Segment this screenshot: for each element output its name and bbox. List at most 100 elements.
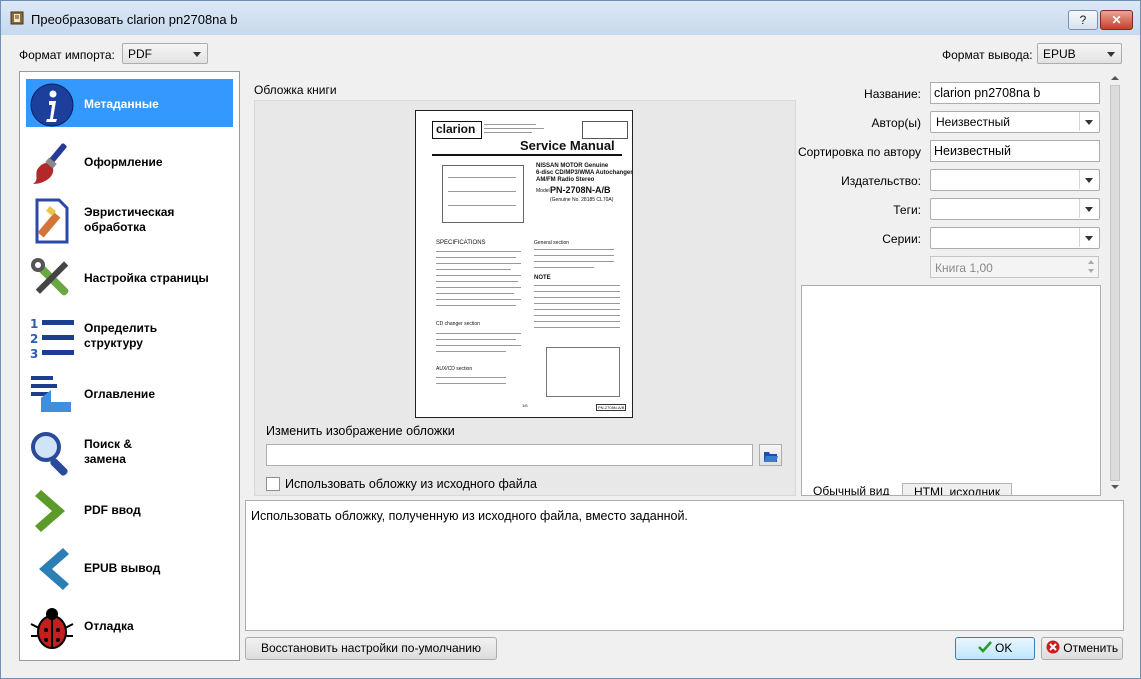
author-label: Автор(ы) — [871, 116, 921, 130]
author-sort-value: Неизвестный — [934, 144, 1011, 158]
chevron-down-icon — [1085, 178, 1093, 183]
ok-button[interactable]: OK — [955, 637, 1035, 660]
cover-path-input[interactable] — [266, 444, 753, 466]
cover-fine-line — [436, 383, 506, 384]
cover-fine-line — [484, 132, 532, 133]
svg-text:1: 1 — [30, 317, 38, 331]
author-combobox[interactable]: Неизвестный — [930, 111, 1100, 133]
chevron-left-icon — [39, 548, 69, 590]
cancel-label: Отменить — [1063, 641, 1119, 655]
output-format-select[interactable]: EPUB — [1037, 43, 1122, 64]
chevron-right-icon — [35, 490, 65, 532]
tab-normal-view[interactable]: Обычный вид — [813, 483, 889, 495]
import-format-label: Формат импорта: — [19, 48, 115, 62]
cover-fine-line — [534, 261, 614, 262]
sidebar-item-heuristics[interactable]: Эвристическая обработка — [26, 195, 233, 244]
spin-up-icon[interactable] — [1088, 260, 1094, 264]
sidebar: Метаданные Оформление Эвристическая обра… — [19, 71, 240, 661]
cover-fine-line — [436, 333, 521, 334]
spin-down-icon[interactable] — [1088, 269, 1094, 273]
comments-editor[interactable]: Обычный вид HTML исходник — [801, 285, 1101, 496]
paintbrush-icon — [33, 143, 67, 184]
title-input[interactable]: clarion pn2708na b — [930, 82, 1100, 104]
sidebar-item-label: EPUB вывод — [84, 561, 161, 575]
tags-combobox[interactable] — [930, 198, 1100, 220]
cover-page-number: 1/6 — [522, 403, 528, 408]
sidebar-item-toc[interactable]: Оглавление — [26, 369, 233, 417]
cover-genuine-no: (Genuine No. 28185 CL70A) — [550, 197, 614, 203]
folder-open-icon — [764, 452, 778, 462]
sidebar-item-label-line1: Поиск & — [84, 437, 133, 451]
checkmark-icon — [977, 641, 992, 653]
scroll-up-icon[interactable] — [1111, 76, 1119, 80]
cover-cd-section: CD changer section — [436, 321, 480, 327]
cover-fine-line — [436, 377, 506, 378]
svg-text:3: 3 — [30, 347, 38, 360]
output-format-label: Формат вывода: — [942, 48, 1033, 62]
sidebar-item-search-replace[interactable]: Поиск & замена — [26, 427, 233, 476]
sidebar-item-label: PDF ввод — [84, 503, 141, 517]
sidebar-item-page-setup[interactable]: Настройка страницы — [26, 253, 233, 301]
cover-fine-line — [436, 257, 516, 258]
cover-specs-title: SPECIFICATIONS — [436, 240, 486, 246]
calibre-app-icon — [10, 11, 24, 25]
sidebar-item-metadata[interactable]: Метаданные — [26, 79, 233, 127]
metadata-scrollbar[interactable] — [1108, 71, 1122, 495]
cover-fine-line — [436, 263, 521, 264]
cover-device-drawing — [546, 347, 620, 397]
cover-fine-line — [534, 285, 620, 286]
series-combobox[interactable] — [930, 227, 1100, 249]
cover-fine-line — [534, 255, 614, 256]
sidebar-item-label-line1: Эвристическая — [84, 205, 175, 219]
cover-section-label: Обложка книги — [254, 83, 337, 97]
scrollbar-thumb[interactable] — [1110, 85, 1120, 481]
cover-product-line1: NISSAN MOTOR Genuine — [536, 163, 609, 169]
cover-fine-line — [534, 267, 594, 268]
tab-html-source[interactable]: HTML исходник — [902, 483, 1013, 495]
cover-fine-line — [534, 315, 620, 316]
author-sort-label: Сортировка по автору — [797, 145, 921, 159]
toc-hand-icon — [31, 376, 71, 412]
restore-defaults-button[interactable]: Восстановить настройки по-умолчанию — [245, 637, 497, 660]
cover-fine-line — [448, 177, 516, 178]
magnifier-icon — [31, 432, 68, 476]
import-format-value: PDF — [128, 47, 152, 61]
series-index-spinbox[interactable]: Книга 1,00 — [930, 256, 1099, 278]
cover-fine-line — [534, 249, 614, 250]
cover-image: clarion Service Manual NISSAN MOTOR Genu… — [415, 110, 633, 418]
cover-fine-line — [436, 275, 521, 276]
use-source-cover-checkbox[interactable] — [266, 477, 280, 491]
sidebar-item-label-line2: обработка — [84, 220, 146, 234]
sidebar-item-epub-output[interactable]: EPUB вывод — [26, 543, 233, 591]
sidebar-item-debug[interactable]: Отладка — [26, 601, 233, 649]
sidebar-item-structure[interactable]: 1 2 3 Определить структуру — [26, 311, 233, 360]
cover-fine-line — [436, 305, 516, 306]
cover-code-box — [582, 121, 628, 139]
browse-cover-button[interactable] — [759, 444, 782, 466]
cover-fine-line — [436, 299, 521, 300]
cover-fine-line — [534, 297, 620, 298]
cover-footer-code: PN-2708N-A/B — [596, 404, 627, 411]
ok-label: OK — [995, 641, 1013, 655]
help-text-box: Использовать обложку, полученную из исхо… — [245, 500, 1124, 631]
cancel-button[interactable]: Отменить — [1041, 637, 1123, 660]
series-index-value: Книга 1,00 — [935, 261, 993, 275]
tags-label: Теги: — [893, 203, 921, 217]
publisher-combobox[interactable] — [930, 169, 1100, 191]
cancel-icon — [1046, 640, 1060, 654]
sidebar-item-look-and-feel[interactable]: Оформление — [26, 137, 233, 185]
window-title: Преобразовать clarion pn2708na b — [31, 12, 238, 27]
author-sort-input[interactable]: Неизвестный — [930, 140, 1100, 162]
sidebar-item-pdf-input[interactable]: PDF ввод — [26, 485, 233, 533]
series-label: Серии: — [882, 232, 921, 246]
sidebar-item-label: Метаданные — [84, 97, 159, 111]
help-button[interactable]: ? — [1068, 10, 1098, 30]
cover-product-line2: 6-disc CD/MP3/WMA Autochanger — [536, 170, 633, 176]
cover-fine-line — [436, 281, 518, 282]
import-format-select[interactable]: PDF — [122, 43, 208, 64]
cover-heading: Service Manual — [520, 138, 615, 153]
chevron-down-icon — [1085, 120, 1093, 125]
scroll-down-icon[interactable] — [1111, 485, 1119, 489]
chevron-down-icon — [1085, 236, 1093, 241]
close-button[interactable]: ✕ — [1100, 10, 1133, 30]
